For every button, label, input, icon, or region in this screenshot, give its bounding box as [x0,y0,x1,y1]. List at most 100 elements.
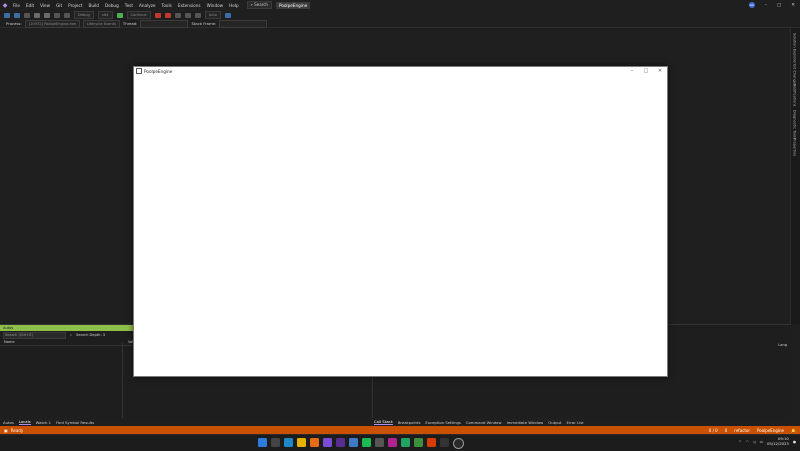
right-tool-strip: Solution Explorer Git Changes Notificati… [790,28,800,324]
stop-icon[interactable] [154,12,161,18]
notifications-icon[interactable]: ● [793,440,796,444]
tab-notifications[interactable]: Notifications [793,84,797,107]
file-explorer-icon[interactable] [297,438,306,447]
menu-git[interactable]: Git [56,3,62,8]
menu-window[interactable]: Window [207,3,224,8]
close-icon[interactable]: ✕ [791,3,795,8]
task-view-icon[interactable] [271,438,280,447]
notepad-plus-icon[interactable] [414,438,423,447]
autos-pane-title: Autos [3,326,14,330]
autos-search-input[interactable]: Search (Ctrl+E) [3,331,66,339]
start-windows-icon[interactable] [258,438,267,447]
restart-icon[interactable] [164,12,171,18]
tab-call-stack[interactable]: Call Stack [374,419,393,425]
column-lang[interactable]: Lang [778,343,787,347]
menu-extensions[interactable]: Extensions [178,3,201,8]
save-all-icon[interactable] [44,12,50,18]
step-over-icon[interactable] [184,12,191,18]
battery-icon[interactable]: ▭ [760,440,763,444]
maximize-icon[interactable]: □ [777,3,781,8]
steam-icon[interactable] [375,438,384,447]
search-depth-label[interactable]: Search Depth: 3 [76,333,105,337]
configuration-dropdown[interactable]: Debug [74,11,94,19]
column-name[interactable]: Name [0,340,124,344]
minimize-icon[interactable]: – [765,3,767,8]
tab-locals[interactable]: Locals [18,419,31,425]
terminal-icon[interactable] [440,438,449,447]
step-into-icon[interactable] [194,12,201,18]
tab-git-changes[interactable]: Git Changes [793,64,797,86]
menu-help[interactable]: Help [229,3,239,8]
live-share-icon[interactable] [225,12,232,18]
status-bar: ▣ Ready 0 / 0 0 refactor PoolpeEngine 🔔 [0,426,800,434]
obs-icon[interactable] [453,438,464,449]
app-window-titlebar[interactable]: PoolpeEngine – □ ✕ [134,67,667,75]
tab-breakpoints[interactable]: Breakpoints [398,420,421,425]
menu-tools[interactable]: Tools [162,3,172,8]
global-search-box[interactable]: ⌕ Search [246,1,272,9]
pause-icon[interactable] [174,12,181,18]
stack-frame-dropdown[interactable] [219,19,268,28]
continue-button[interactable]: Continue [126,11,151,19]
continue-icon[interactable] [116,12,123,18]
git-branch[interactable]: refactor [734,428,750,433]
tab-diagnostic-tools[interactable]: Diagnostic Tools [793,110,797,139]
tab-error-list[interactable]: Error List [566,420,583,425]
app-close-button[interactable]: ✕ [653,67,667,75]
chevron-up-icon[interactable]: ^ [739,440,742,444]
menu-view[interactable]: View [40,3,50,8]
poolpe-engine-window[interactable]: PoolpeEngine – □ ✕ [133,66,668,377]
tab-immediate-window[interactable]: Immediate Window [507,420,544,425]
app-window-title: PoolpeEngine [144,68,173,74]
notifications-bell-icon[interactable]: 🔔 [791,428,796,433]
menu-edit[interactable]: Edit [26,3,34,8]
tab-autos[interactable]: Autos [3,420,14,425]
app-maximize-button[interactable]: □ [639,67,653,75]
error-count[interactable]: 0 [725,428,728,433]
vs-preview-icon[interactable] [388,438,397,447]
tab-command-window[interactable]: Command Window [466,420,502,425]
tab-output[interactable]: Output [548,420,561,425]
repo-name[interactable]: PoolpeEngine [757,428,784,433]
spotify-icon[interactable] [362,438,371,447]
menu-file[interactable]: File [13,3,20,8]
wifi-icon[interactable]: ◠ [746,440,749,444]
avatar[interactable]: GC [748,2,755,8]
tab-exception-settings[interactable]: Exception Settings [425,420,460,425]
tab-find-symbol-results[interactable]: Find Symbol Results [56,420,94,425]
tab-watch-1[interactable]: Watch 1 [36,420,51,425]
firefox-icon[interactable] [310,438,319,447]
process-dropdown[interactable]: [10972] PoolpeEngine.exe [24,19,80,28]
excel-icon[interactable] [401,438,410,447]
column-divider[interactable] [122,343,123,419]
tab-solution-explorer[interactable]: Solution Explorer [793,33,797,64]
git-icon[interactable] [427,438,436,447]
menu-project[interactable]: Project [68,3,82,8]
clock[interactable]: 09:10 05/12/2023 [767,436,789,446]
visual-studio-icon[interactable] [336,438,345,447]
edge-icon[interactable] [284,438,293,447]
line-indicator[interactable]: 0 / 0 [709,428,718,433]
tab-properties[interactable]: Properties [793,138,797,156]
menu-build[interactable]: Build [88,3,99,8]
thread-label: Thread: [122,21,138,26]
lifecycle-events-dropdown[interactable]: Lifecycle Events [82,19,120,28]
forward-icon[interactable] [14,12,20,18]
main-toolbar: Debug x64 Continue Auto [0,10,800,20]
menu-analyze[interactable]: Analyze [139,3,156,8]
vscode-icon[interactable] [349,438,358,447]
undo-icon[interactable] [54,12,60,18]
save-icon[interactable] [34,12,40,18]
platform-dropdown[interactable]: x64 [97,11,113,19]
new-file-icon[interactable] [24,12,30,18]
app-minimize-button[interactable]: – [625,67,639,75]
volume-icon[interactable]: ◁ [753,440,756,444]
discord-icon[interactable] [323,438,332,447]
back-icon[interactable] [4,12,10,18]
thread-dropdown[interactable] [140,19,189,28]
redo-icon[interactable] [64,12,70,18]
toolbar-search-box[interactable]: Auto [204,11,222,19]
autos-search-icon[interactable]: ⌕ [70,333,72,337]
menu-debug[interactable]: Debug [105,3,119,8]
menu-test[interactable]: Test [125,3,133,8]
